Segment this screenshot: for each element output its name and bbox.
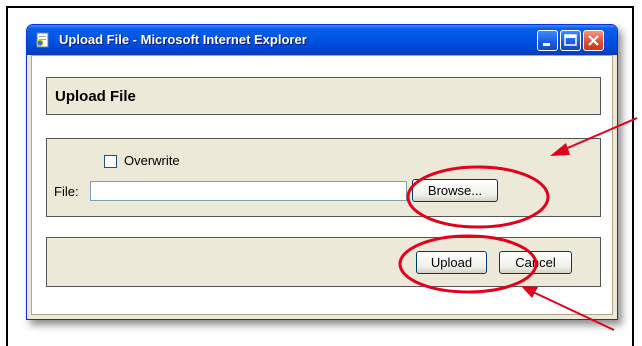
minimize-button[interactable]: [537, 30, 558, 51]
close-icon: [588, 35, 599, 46]
header-panel: Upload File: [46, 77, 601, 115]
title-bar[interactable]: Upload File - Microsoft Internet Explore…: [27, 25, 617, 55]
form-panel: Overwrite File: Browse...: [46, 138, 601, 217]
close-button[interactable]: [583, 30, 604, 51]
action-panel: Upload Cancel: [46, 237, 601, 287]
minimize-icon: [543, 43, 550, 46]
browse-button[interactable]: Browse...: [412, 179, 498, 202]
window-title: Upload File - Microsoft Internet Explore…: [59, 32, 307, 47]
cancel-button[interactable]: Cancel: [499, 251, 572, 274]
overwrite-label: Overwrite: [124, 153, 180, 168]
ie-page-icon: [35, 32, 51, 48]
overwrite-checkbox[interactable]: [104, 155, 117, 168]
maximize-button[interactable]: [560, 30, 581, 51]
window-content: Upload File Overwrite File: Browse... Up…: [31, 55, 613, 315]
file-label: File:: [54, 184, 79, 199]
maximize-icon: [564, 34, 577, 46]
page-title: Upload File: [55, 88, 136, 105]
file-path-input[interactable]: [90, 181, 407, 201]
upload-file-window: Upload File - Microsoft Internet Explore…: [26, 24, 618, 320]
upload-button[interactable]: Upload: [416, 251, 487, 274]
